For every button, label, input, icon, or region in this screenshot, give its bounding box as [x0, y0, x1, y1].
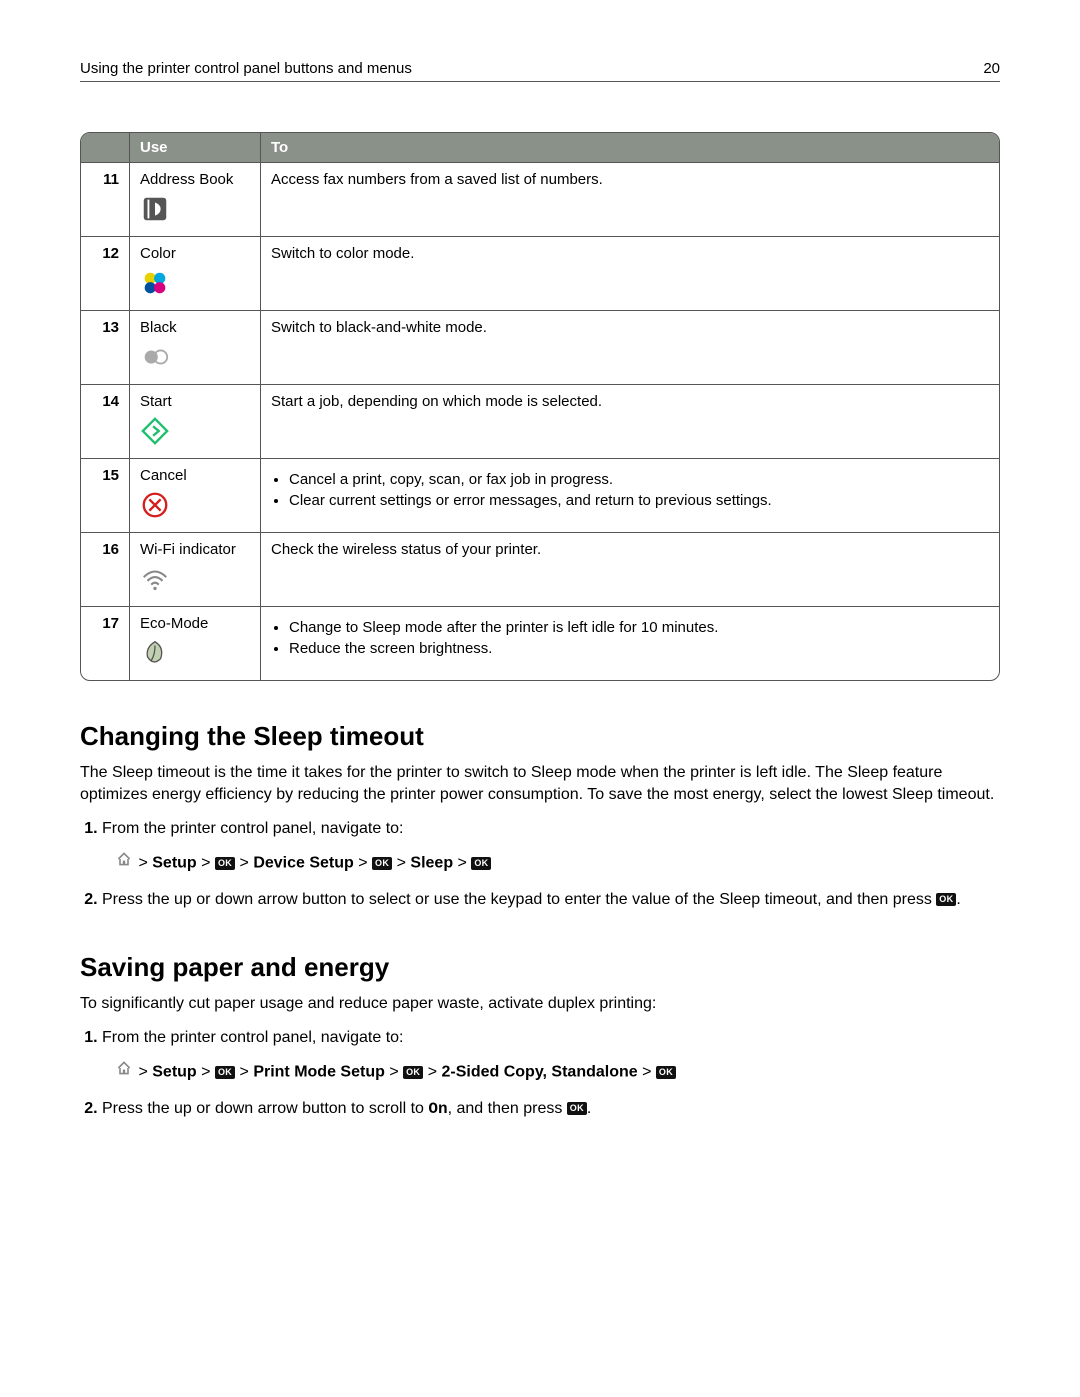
use-label: Cancel — [140, 467, 250, 484]
to-bullet: Cancel a print, copy, scan, or fax job i… — [289, 471, 989, 488]
gt: > — [201, 854, 210, 871]
header-title: Using the printer control panel buttons … — [80, 60, 412, 77]
th-num — [81, 133, 129, 163]
saving-nav-path: > Setup > OK > Print Mode Setup > OK > 2… — [116, 1058, 1000, 1087]
page-number: 20 — [983, 60, 1000, 77]
gt: > — [397, 854, 406, 871]
sleep-step1-text: From the printer control panel, navigate… — [102, 820, 404, 837]
sleep-steps: From the printer control panel, navigate… — [80, 817, 1000, 912]
saving-step2-a: Press the up or down arrow button to scr… — [102, 1100, 428, 1117]
on-literal: On — [428, 1100, 447, 1118]
gt: > — [138, 854, 147, 871]
nav-setup: Setup — [152, 854, 196, 871]
row-to: Cancel a print, copy, scan, or fax job i… — [260, 458, 999, 532]
black-icon — [140, 342, 250, 376]
ok-icon: OK — [215, 857, 235, 870]
start-icon — [140, 416, 250, 450]
table-row: 17 Eco-Mode Change to Sleep mode after the… — [81, 606, 999, 680]
use-label: Address Book — [140, 171, 250, 188]
row-number: 14 — [81, 384, 129, 458]
page-header: Using the printer control panel buttons … — [80, 60, 1000, 82]
use-label: Start — [140, 393, 250, 410]
ok-icon: OK — [471, 857, 491, 870]
to-bullet: Change to Sleep mode after the printer i… — [289, 619, 989, 636]
row-number: 13 — [81, 310, 129, 384]
use-label: Black — [140, 319, 250, 336]
gt: > — [358, 854, 367, 871]
gt: > — [201, 1063, 210, 1080]
row-number: 12 — [81, 236, 129, 310]
nav-print-mode-setup: Print Mode Setup — [253, 1063, 385, 1080]
table-row: 12 Color Switch to color mode. — [81, 236, 999, 310]
control-panel-table: Use To 11 Address Book Access fax numbers … — [80, 132, 1000, 681]
eco-icon — [140, 638, 250, 672]
row-use: Color — [129, 236, 260, 310]
gt: > — [428, 1063, 437, 1080]
row-number: 16 — [81, 532, 129, 606]
ok-icon: OK — [372, 857, 392, 870]
row-number: 17 — [81, 606, 129, 680]
sleep-step2-a: Press the up or down arrow button to sel… — [102, 891, 936, 908]
saving-intro: To significantly cut paper usage and red… — [80, 993, 1000, 1015]
row-use: Black — [129, 310, 260, 384]
heading-sleep-timeout: Changing the Sleep timeout — [80, 721, 1000, 752]
to-bullet: Reduce the screen brightness. — [289, 640, 989, 657]
cancel-icon — [140, 490, 250, 524]
row-number: 15 — [81, 458, 129, 532]
nav-device-setup: Device Setup — [253, 854, 353, 871]
row-to: Switch to color mode. — [260, 236, 999, 310]
table-row: 15 Cancel Cancel a print, copy, scan, or f… — [81, 458, 999, 532]
home-icon — [116, 849, 132, 878]
table-row: 14 Start Start a job, depending on which m… — [81, 384, 999, 458]
address-book-icon — [140, 194, 250, 228]
wifi-icon — [140, 564, 250, 598]
home-icon — [116, 1058, 132, 1087]
ok-icon: OK — [567, 1102, 587, 1115]
use-label: Wi-Fi indicator — [140, 541, 250, 558]
nav-2sided: 2-Sided Copy, Standalone — [441, 1063, 637, 1080]
row-to: Check the wireless status of your printe… — [260, 532, 999, 606]
saving-step2-b: , and then press — [448, 1100, 567, 1117]
table-row: 13 Black Switch to black-and-white mode. — [81, 310, 999, 384]
row-to: Change to Sleep mode after the printer i… — [260, 606, 999, 680]
use-label: Eco-Mode — [140, 615, 250, 632]
heading-saving-paper: Saving paper and energy — [80, 952, 1000, 983]
row-use: Eco-Mode — [129, 606, 260, 680]
ok-icon: OK — [403, 1066, 423, 1079]
row-to: Start a job, depending on which mode is … — [260, 384, 999, 458]
gt: > — [642, 1063, 651, 1080]
row-use: Wi-Fi indicator — [129, 532, 260, 606]
ok-icon: OK — [215, 1066, 235, 1079]
ok-icon: OK — [936, 893, 956, 906]
row-use: Address Book — [129, 163, 260, 236]
gt: > — [389, 1063, 398, 1080]
nav-sleep: Sleep — [410, 854, 453, 871]
saving-step2-c: . — [587, 1100, 591, 1117]
gt: > — [138, 1063, 147, 1080]
row-to: Switch to black-and-white mode. — [260, 310, 999, 384]
table-row: 16 Wi-Fi indicator Check the wireless stat… — [81, 532, 999, 606]
to-bullet: Clear current settings or error messages… — [289, 492, 989, 509]
saving-step1-text: From the printer control panel, navigate… — [102, 1029, 404, 1046]
row-use: Cancel — [129, 458, 260, 532]
sleep-step2-b: . — [956, 891, 960, 908]
row-to: Access fax numbers from a saved list of … — [260, 163, 999, 236]
nav-setup: Setup — [152, 1063, 196, 1080]
sleep-nav-path: > Setup > OK > Device Setup > OK > Sleep… — [116, 849, 1000, 878]
th-use: Use — [129, 133, 260, 163]
color-icon — [140, 268, 250, 302]
gt: > — [458, 854, 467, 871]
row-number: 11 — [81, 163, 129, 236]
th-to: To — [260, 133, 999, 163]
sleep-intro: The Sleep timeout is the time it takes f… — [80, 762, 1000, 807]
saving-steps: From the printer control panel, navigate… — [80, 1026, 1000, 1121]
table-row: 11 Address Book Access fax numbers from a … — [81, 163, 999, 236]
gt: > — [240, 854, 249, 871]
gt: > — [240, 1063, 249, 1080]
row-use: Start — [129, 384, 260, 458]
use-label: Color — [140, 245, 250, 262]
ok-icon: OK — [656, 1066, 676, 1079]
